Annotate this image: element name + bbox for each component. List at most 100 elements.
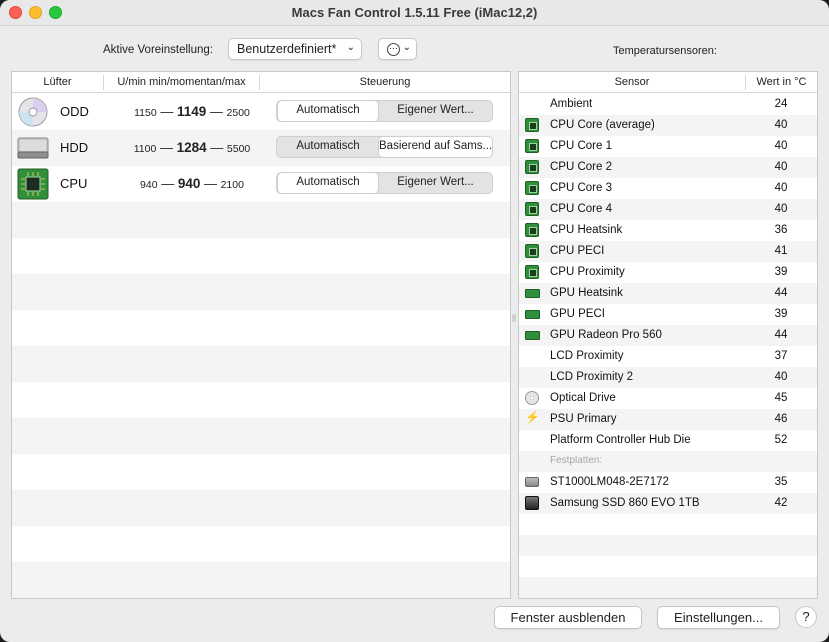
sensor-row[interactable]: CPU Core 2 40	[519, 157, 817, 178]
hard-disk-icon	[17, 137, 49, 159]
sensor-row[interactable]: LCD Proximity 2 40	[519, 367, 817, 388]
cpu-chip-icon	[525, 139, 539, 153]
fan-table-header: Lüfter U/min min/momentan/max Steuerung	[12, 72, 510, 93]
sensor-value: 46	[774, 413, 788, 425]
sensor-name: PSU Primary	[550, 413, 617, 425]
sensor-name: GPU Heatsink	[550, 287, 623, 299]
fan-control-segmented: Automatisch Eigener Wert...	[276, 172, 493, 194]
fan-rpm-current: 940	[177, 176, 201, 191]
sensor-row[interactable]: LCD Proximity 37	[519, 346, 817, 367]
cpu-chip-icon	[525, 265, 539, 279]
split-view-divider[interactable]	[512, 314, 516, 322]
sensor-row[interactable]: CPU Core (average) 40	[519, 115, 817, 136]
separator: —	[159, 140, 173, 155]
optical-drive-icon	[525, 391, 539, 405]
cpu-chip-icon	[525, 244, 539, 258]
sensor-row[interactable]: ST1000LM048-2E7172 35	[519, 472, 817, 493]
sensor-row[interactable]: Optical Drive 45	[519, 388, 817, 409]
more-options-button[interactable]: ··· ⌄	[378, 38, 417, 60]
sensor-value: 42	[774, 497, 788, 509]
column-header-sensor[interactable]: Sensor	[519, 76, 745, 88]
sensor-table-header: Sensor Wert in °C	[519, 72, 817, 93]
sensor-row[interactable]: Ambient 24	[519, 94, 817, 115]
separator: —	[160, 104, 174, 119]
column-header-fan[interactable]: Lüfter	[12, 76, 103, 88]
sensor-name: Optical Drive	[550, 392, 616, 404]
help-button[interactable]: ?	[795, 606, 817, 628]
fan-rpm-max: 2500	[226, 107, 250, 119]
sensor-value: 39	[774, 308, 788, 320]
sensor-row[interactable]: ⚡ PSU Primary 46	[519, 409, 817, 430]
sensor-name: Samsung SSD 860 EVO 1TB	[550, 497, 700, 509]
empty-row	[12, 202, 510, 238]
sensor-value: 40	[774, 371, 788, 383]
fan-row-odd[interactable]: ODD 1150 — 1149 — 2500 Automatisch Eigen…	[12, 94, 510, 130]
column-header-rpm[interactable]: U/min min/momentan/max	[104, 76, 259, 88]
sensor-name: CPU PECI	[550, 245, 605, 257]
sensor-value: 41	[774, 245, 788, 257]
sensor-row[interactable]: CPU Core 4 40	[519, 199, 817, 220]
title-bar: Macs Fan Control 1.5.11 Free (iMac12,2)	[0, 0, 829, 26]
fan-row-cpu[interactable]: CPU 940 — 940 — 2100 Automatisch Eigener…	[12, 166, 510, 202]
sensor-row[interactable]: CPU Proximity 39	[519, 262, 817, 283]
fan-rpm-min: 940	[140, 179, 158, 191]
gpu-card-icon	[525, 289, 540, 298]
cpu-chip-icon	[525, 223, 539, 237]
cpu-chip-icon	[525, 118, 539, 132]
settings-button[interactable]: Einstellungen...	[657, 606, 780, 629]
cpu-chip-icon	[525, 160, 539, 174]
sensor-row[interactable]: GPU PECI 39	[519, 304, 817, 325]
gpu-card-icon	[525, 331, 540, 340]
sensor-row[interactable]: CPU Core 3 40	[519, 178, 817, 199]
sensor-row[interactable]: Samsung SSD 860 EVO 1TB 42	[519, 493, 817, 514]
auto-control-button[interactable]: Automatisch	[278, 137, 378, 157]
sensor-name: GPU PECI	[550, 308, 605, 320]
ellipsis-icon: ···	[387, 43, 400, 56]
empty-row	[12, 490, 510, 526]
sensor-value: 24	[774, 98, 788, 110]
fan-rpm: 1150 — 1149 — 2500	[104, 104, 280, 119]
sensor-value: 52	[774, 434, 788, 446]
fan-rpm-min: 1100	[133, 143, 157, 155]
custom-value-button[interactable]: Eigener Wert...	[379, 173, 492, 193]
hide-window-button[interactable]: Fenster ausblenden	[494, 606, 642, 629]
fan-rpm-current: 1284	[176, 140, 207, 155]
sensor-row[interactable]: GPU Heatsink 44	[519, 283, 817, 304]
fan-rpm-max: 2100	[220, 179, 244, 191]
sensor-row[interactable]: Platform Controller Hub Die 52	[519, 430, 817, 451]
sensor-row[interactable]: CPU Heatsink 36	[519, 220, 817, 241]
sensor-value: 40	[774, 203, 788, 215]
fan-table: Lüfter U/min min/momentan/max Steuerung …	[11, 71, 511, 599]
column-header-control[interactable]: Steuerung	[260, 76, 510, 88]
window-title: Macs Fan Control 1.5.11 Free (iMac12,2)	[291, 5, 538, 20]
auto-control-button[interactable]: Automatisch	[278, 101, 378, 121]
fan-rpm-current: 1149	[176, 104, 207, 119]
sensor-row[interactable]: CPU PECI 41	[519, 241, 817, 262]
sensor-name: GPU Radeon Pro 560	[550, 329, 662, 341]
auto-control-button[interactable]: Automatisch	[278, 173, 378, 193]
sensor-row[interactable]: CPU Core 1 40	[519, 136, 817, 157]
cpu-chip-icon	[525, 202, 539, 216]
empty-row	[12, 274, 510, 310]
sensor-group-header: Festplatten:	[519, 451, 817, 472]
separator: —	[210, 140, 224, 155]
custom-value-button[interactable]: Eigener Wert...	[379, 101, 492, 121]
sensor-row[interactable]: GPU Radeon Pro 560 44	[519, 325, 817, 346]
cpu-chip-icon	[17, 168, 49, 200]
sensor-value: 44	[774, 287, 788, 299]
chevron-down-icon: ⌄	[346, 42, 355, 53]
lightning-icon: ⚡	[525, 410, 540, 424]
sensor-name: CPU Proximity	[550, 266, 625, 278]
sensor-based-button[interactable]: Basierend auf Sams...	[379, 137, 492, 157]
sensor-value: 40	[774, 140, 788, 152]
fan-rpm: 940 — 940 — 2100	[104, 176, 280, 191]
empty-row	[519, 535, 817, 556]
column-header-value[interactable]: Wert in °C	[746, 76, 817, 88]
empty-row	[12, 562, 510, 598]
preset-dropdown[interactable]: Benutzerdefiniert* ⌄	[228, 38, 362, 60]
sensor-name: CPU Core 4	[550, 203, 612, 215]
fan-row-hdd[interactable]: HDD 1100 — 1284 — 5500 Automatisch Basie…	[12, 130, 510, 166]
gpu-card-icon	[525, 310, 540, 319]
sensor-value: 45	[774, 392, 788, 404]
ssd-icon	[525, 496, 539, 510]
